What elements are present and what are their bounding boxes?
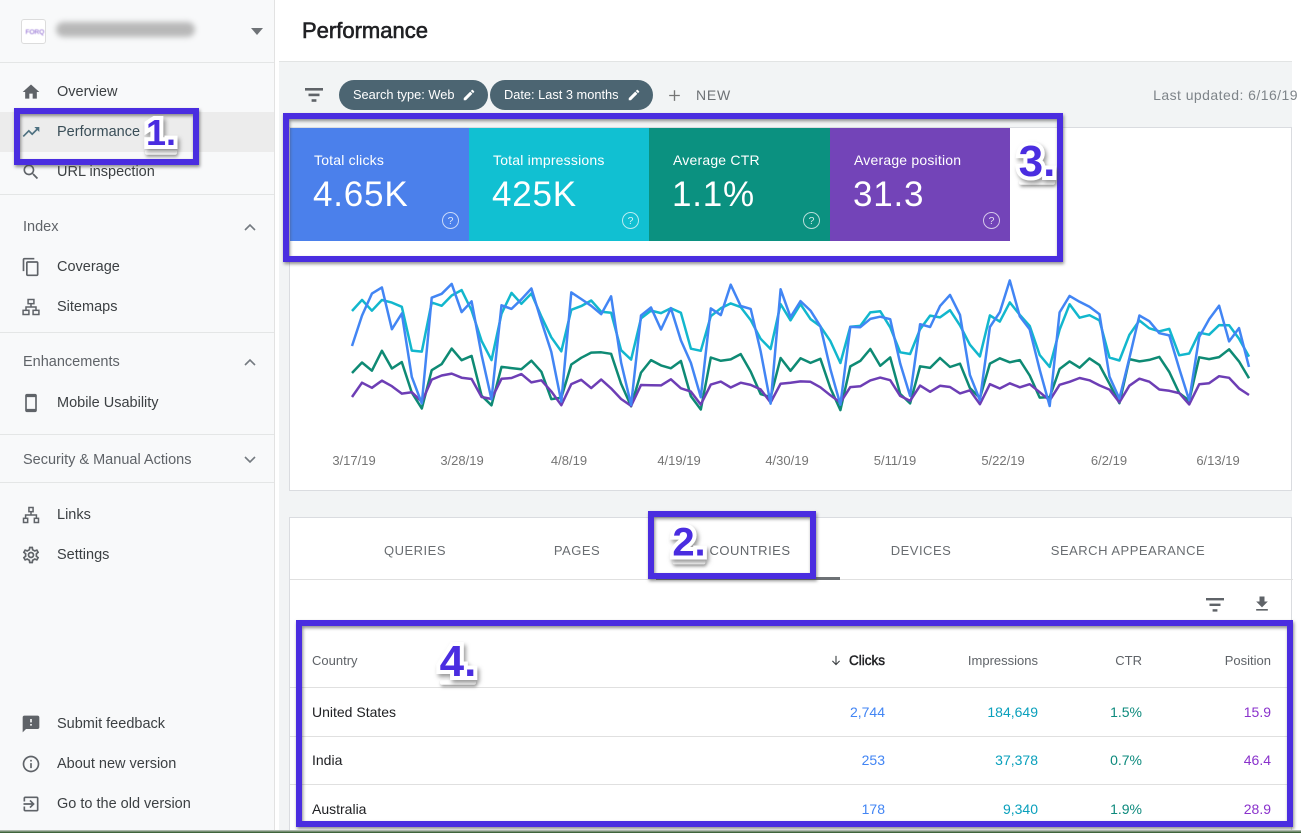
svg-text:3.: 3. [1019, 137, 1056, 186]
svg-text:2.: 2. [672, 520, 705, 564]
svg-text:4.: 4. [440, 637, 477, 686]
svg-text:1.: 1. [146, 112, 176, 153]
